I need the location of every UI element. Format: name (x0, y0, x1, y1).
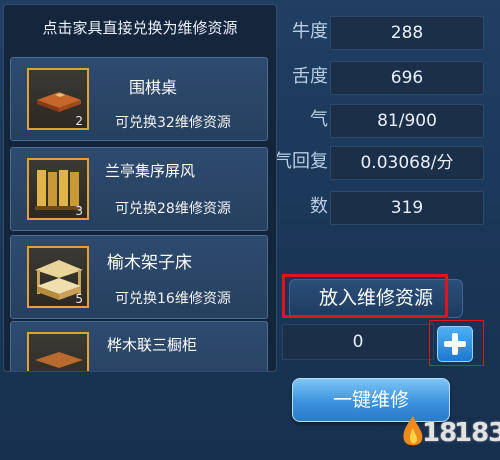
item-name: 榆木架子床 (107, 253, 192, 273)
item-quantity: 3 (75, 204, 83, 218)
furniture-item-cabinet[interactable]: 桦木联三橱柜 (10, 321, 268, 371)
item-exchange-value: 可兑换32维修资源 (115, 115, 231, 131)
stat-value-comfort: 696 (330, 61, 484, 95)
stat-label-count: 数 (310, 196, 328, 217)
popup-title: 点击家具直接兑换为维修资源 (42, 19, 238, 37)
go-table-icon: 2 (27, 68, 89, 130)
screen-icon: 3 (27, 158, 89, 220)
item-exchange-value: 可兑换16维修资源 (115, 291, 231, 307)
cabinet-icon-graphic (35, 352, 83, 368)
stat-value-recovery: 0.03068/分 (330, 146, 484, 180)
stat-label-durability: 牛度 (292, 21, 328, 42)
stat-label-comfort: 舌度 (292, 66, 328, 87)
watermark-text-1: 18 (422, 418, 457, 448)
furniture-item-go-table[interactable]: 2 围棋桌 可兑换32维修资源 (10, 57, 268, 141)
cabinet-icon (27, 332, 89, 371)
site-watermark-logo: 18 183 (398, 410, 500, 454)
item-quantity: 2 (75, 114, 83, 128)
stat-label-energy: 气 (310, 109, 328, 130)
stat-value-durability: 288 (330, 16, 484, 50)
watermark-text-2: 183 (454, 418, 500, 448)
furniture-exchange-popup: 点击家具直接兑换为维修资源 2 围棋桌 可兑换32维修资源 3 兰亭集序屏风 可… (3, 4, 277, 372)
stat-value-energy: 81/900 (330, 104, 484, 138)
bed-icon: 5 (27, 246, 89, 308)
item-name: 围棋桌 (129, 78, 178, 97)
resource-amount-field[interactable]: 0 (282, 324, 434, 360)
item-quantity: 5 (75, 292, 83, 306)
stat-value-count: 319 (330, 191, 484, 225)
item-name: 兰亭集序屏风 (105, 162, 196, 180)
item-name: 桦木联三橱柜 (107, 336, 198, 354)
item-exchange-value: 可兑换28维修资源 (115, 201, 231, 217)
furniture-item-bed[interactable]: 5 榆木架子床 可兑换16维修资源 (10, 235, 268, 319)
highlight-annotation (429, 320, 484, 366)
furniture-item-screen[interactable]: 3 兰亭集序屏风 可兑换28维修资源 (10, 147, 268, 231)
highlight-annotation (282, 274, 448, 318)
